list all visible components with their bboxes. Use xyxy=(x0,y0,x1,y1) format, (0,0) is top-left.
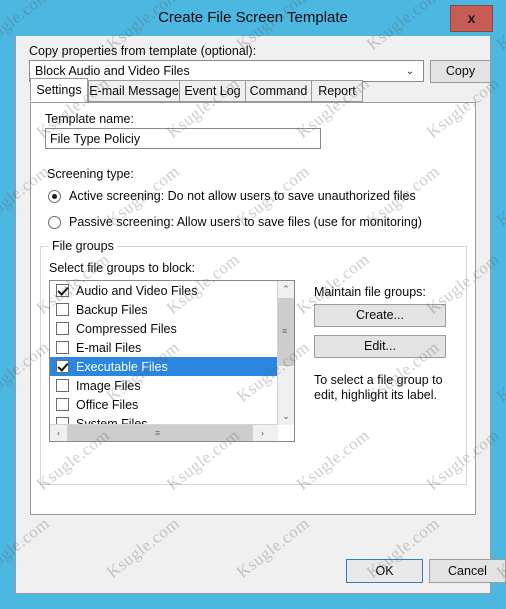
watermark-text: Ksugle.com xyxy=(293,601,374,609)
radio-active-screening-label: Active screening: Do not allow users to … xyxy=(69,189,416,203)
chevron-down-icon: ⌄ xyxy=(405,65,415,77)
vertical-scrollbar-thumb[interactable]: ≡ xyxy=(278,298,294,366)
list-item-label: Backup Files xyxy=(76,302,148,317)
maintain-file-groups-label: Maintain file groups: xyxy=(314,285,426,299)
dialog-footer: OK Cancel xyxy=(16,549,506,593)
radio-active-screening[interactable]: Active screening: Do not allow users to … xyxy=(48,189,416,203)
screening-type-label: Screening type: xyxy=(47,167,134,181)
file-groups-list: Audio and Video Files Backup Files Compr… xyxy=(50,281,278,425)
template-name-value: File Type Policiy xyxy=(50,132,141,146)
list-item[interactable]: Compressed Files xyxy=(50,319,278,338)
list-item-label: Compressed Files xyxy=(76,321,177,336)
tab-email-message[interactable]: E-mail Message xyxy=(88,80,180,102)
grip-icon: ≡ xyxy=(282,326,288,336)
list-item[interactable]: Image Files xyxy=(50,376,278,395)
copy-properties-label: Copy properties from template (optional)… xyxy=(29,44,257,58)
tab-page-settings: Template name: File Type Policiy Screeni… xyxy=(30,102,476,515)
checkbox-image-files[interactable] xyxy=(56,379,69,392)
file-groups-listbox[interactable]: Audio and Video Files Backup Files Compr… xyxy=(49,280,295,442)
list-item-label: Image Files xyxy=(76,378,141,393)
checkbox-email-files[interactable] xyxy=(56,341,69,354)
horizontal-scrollbar-thumb[interactable]: ≡ xyxy=(67,425,253,441)
watermark-text: Ksugle.com xyxy=(163,601,244,609)
template-source-combobox[interactable]: Block Audio and Video Files ⌄ xyxy=(29,60,424,82)
checkbox-office-files[interactable] xyxy=(56,398,69,411)
tab-report[interactable]: Report xyxy=(311,80,363,102)
list-item[interactable]: Office Files xyxy=(50,395,278,414)
list-item[interactable]: Audio and Video Files xyxy=(50,281,278,300)
checkbox-compressed-files[interactable] xyxy=(56,322,69,335)
list-item-label: Executable Files xyxy=(76,359,168,374)
select-file-groups-label: Select file groups to block: xyxy=(49,261,195,275)
scroll-down-icon[interactable]: ⌄ xyxy=(278,408,294,425)
dialog-window: Create File Screen Template x Copy prope… xyxy=(7,3,506,601)
scroll-right-icon[interactable]: › xyxy=(254,425,271,441)
watermark-text: Ksugle.com xyxy=(423,601,504,609)
list-item-label: Audio and Video Files xyxy=(76,283,198,298)
listbox-vertical-scrollbar[interactable]: ⌃ ≡ ⌄ xyxy=(277,281,294,425)
cancel-button[interactable]: Cancel xyxy=(429,559,506,583)
checkbox-executable-files[interactable] xyxy=(56,360,69,373)
title-bar: Create File Screen Template x xyxy=(7,3,499,36)
file-groups-groupbox: File groups Select file groups to block:… xyxy=(40,239,467,485)
radio-passive-screening[interactable]: Passive screening: Allow users to save f… xyxy=(48,215,422,229)
copy-button[interactable]: Copy xyxy=(430,60,491,83)
window-title: Create File Screen Template xyxy=(158,9,348,26)
ok-button[interactable]: OK xyxy=(346,559,423,583)
template-name-label: Template name: xyxy=(45,112,134,126)
tab-event-log[interactable]: Event Log xyxy=(179,80,246,102)
template-source-value: Block Audio and Video Files xyxy=(35,64,190,78)
scroll-left-icon[interactable]: ‹ xyxy=(50,425,67,441)
list-item-label: E-mail Files xyxy=(76,340,142,355)
tab-settings[interactable]: Settings xyxy=(30,78,88,102)
file-groups-title: File groups xyxy=(49,239,117,253)
screenshot-root: Create File Screen Template x Copy prope… xyxy=(0,0,506,609)
list-item[interactable]: Backup Files xyxy=(50,300,278,319)
create-file-group-button[interactable]: Create... xyxy=(314,304,446,327)
checkbox-audio-and-video-files[interactable] xyxy=(56,284,69,297)
radio-passive-screening-indicator xyxy=(48,215,61,229)
checkbox-backup-files[interactable] xyxy=(56,303,69,316)
template-name-input[interactable]: File Type Policiy xyxy=(45,128,321,149)
tab-command[interactable]: Command xyxy=(245,80,312,102)
list-item[interactable]: Executable Files xyxy=(50,357,278,376)
edit-file-group-button[interactable]: Edit... xyxy=(314,335,446,358)
file-group-hint-text: To select a file group to edit, highligh… xyxy=(314,373,443,402)
list-item-label: Office Files xyxy=(76,397,139,412)
dialog-client-area: Copy properties from template (optional)… xyxy=(15,36,506,594)
grip-icon: ≡ xyxy=(155,428,161,438)
list-item[interactable]: E-mail Files xyxy=(50,338,278,357)
radio-active-screening-indicator xyxy=(48,189,61,203)
radio-passive-screening-label: Passive screening: Allow users to save f… xyxy=(69,215,422,229)
close-icon[interactable]: x xyxy=(450,5,493,32)
listbox-horizontal-scrollbar[interactable]: ‹ ≡ › xyxy=(50,424,278,441)
scroll-up-icon[interactable]: ⌃ xyxy=(278,281,294,298)
watermark-text: Ksugle.com xyxy=(33,601,114,609)
